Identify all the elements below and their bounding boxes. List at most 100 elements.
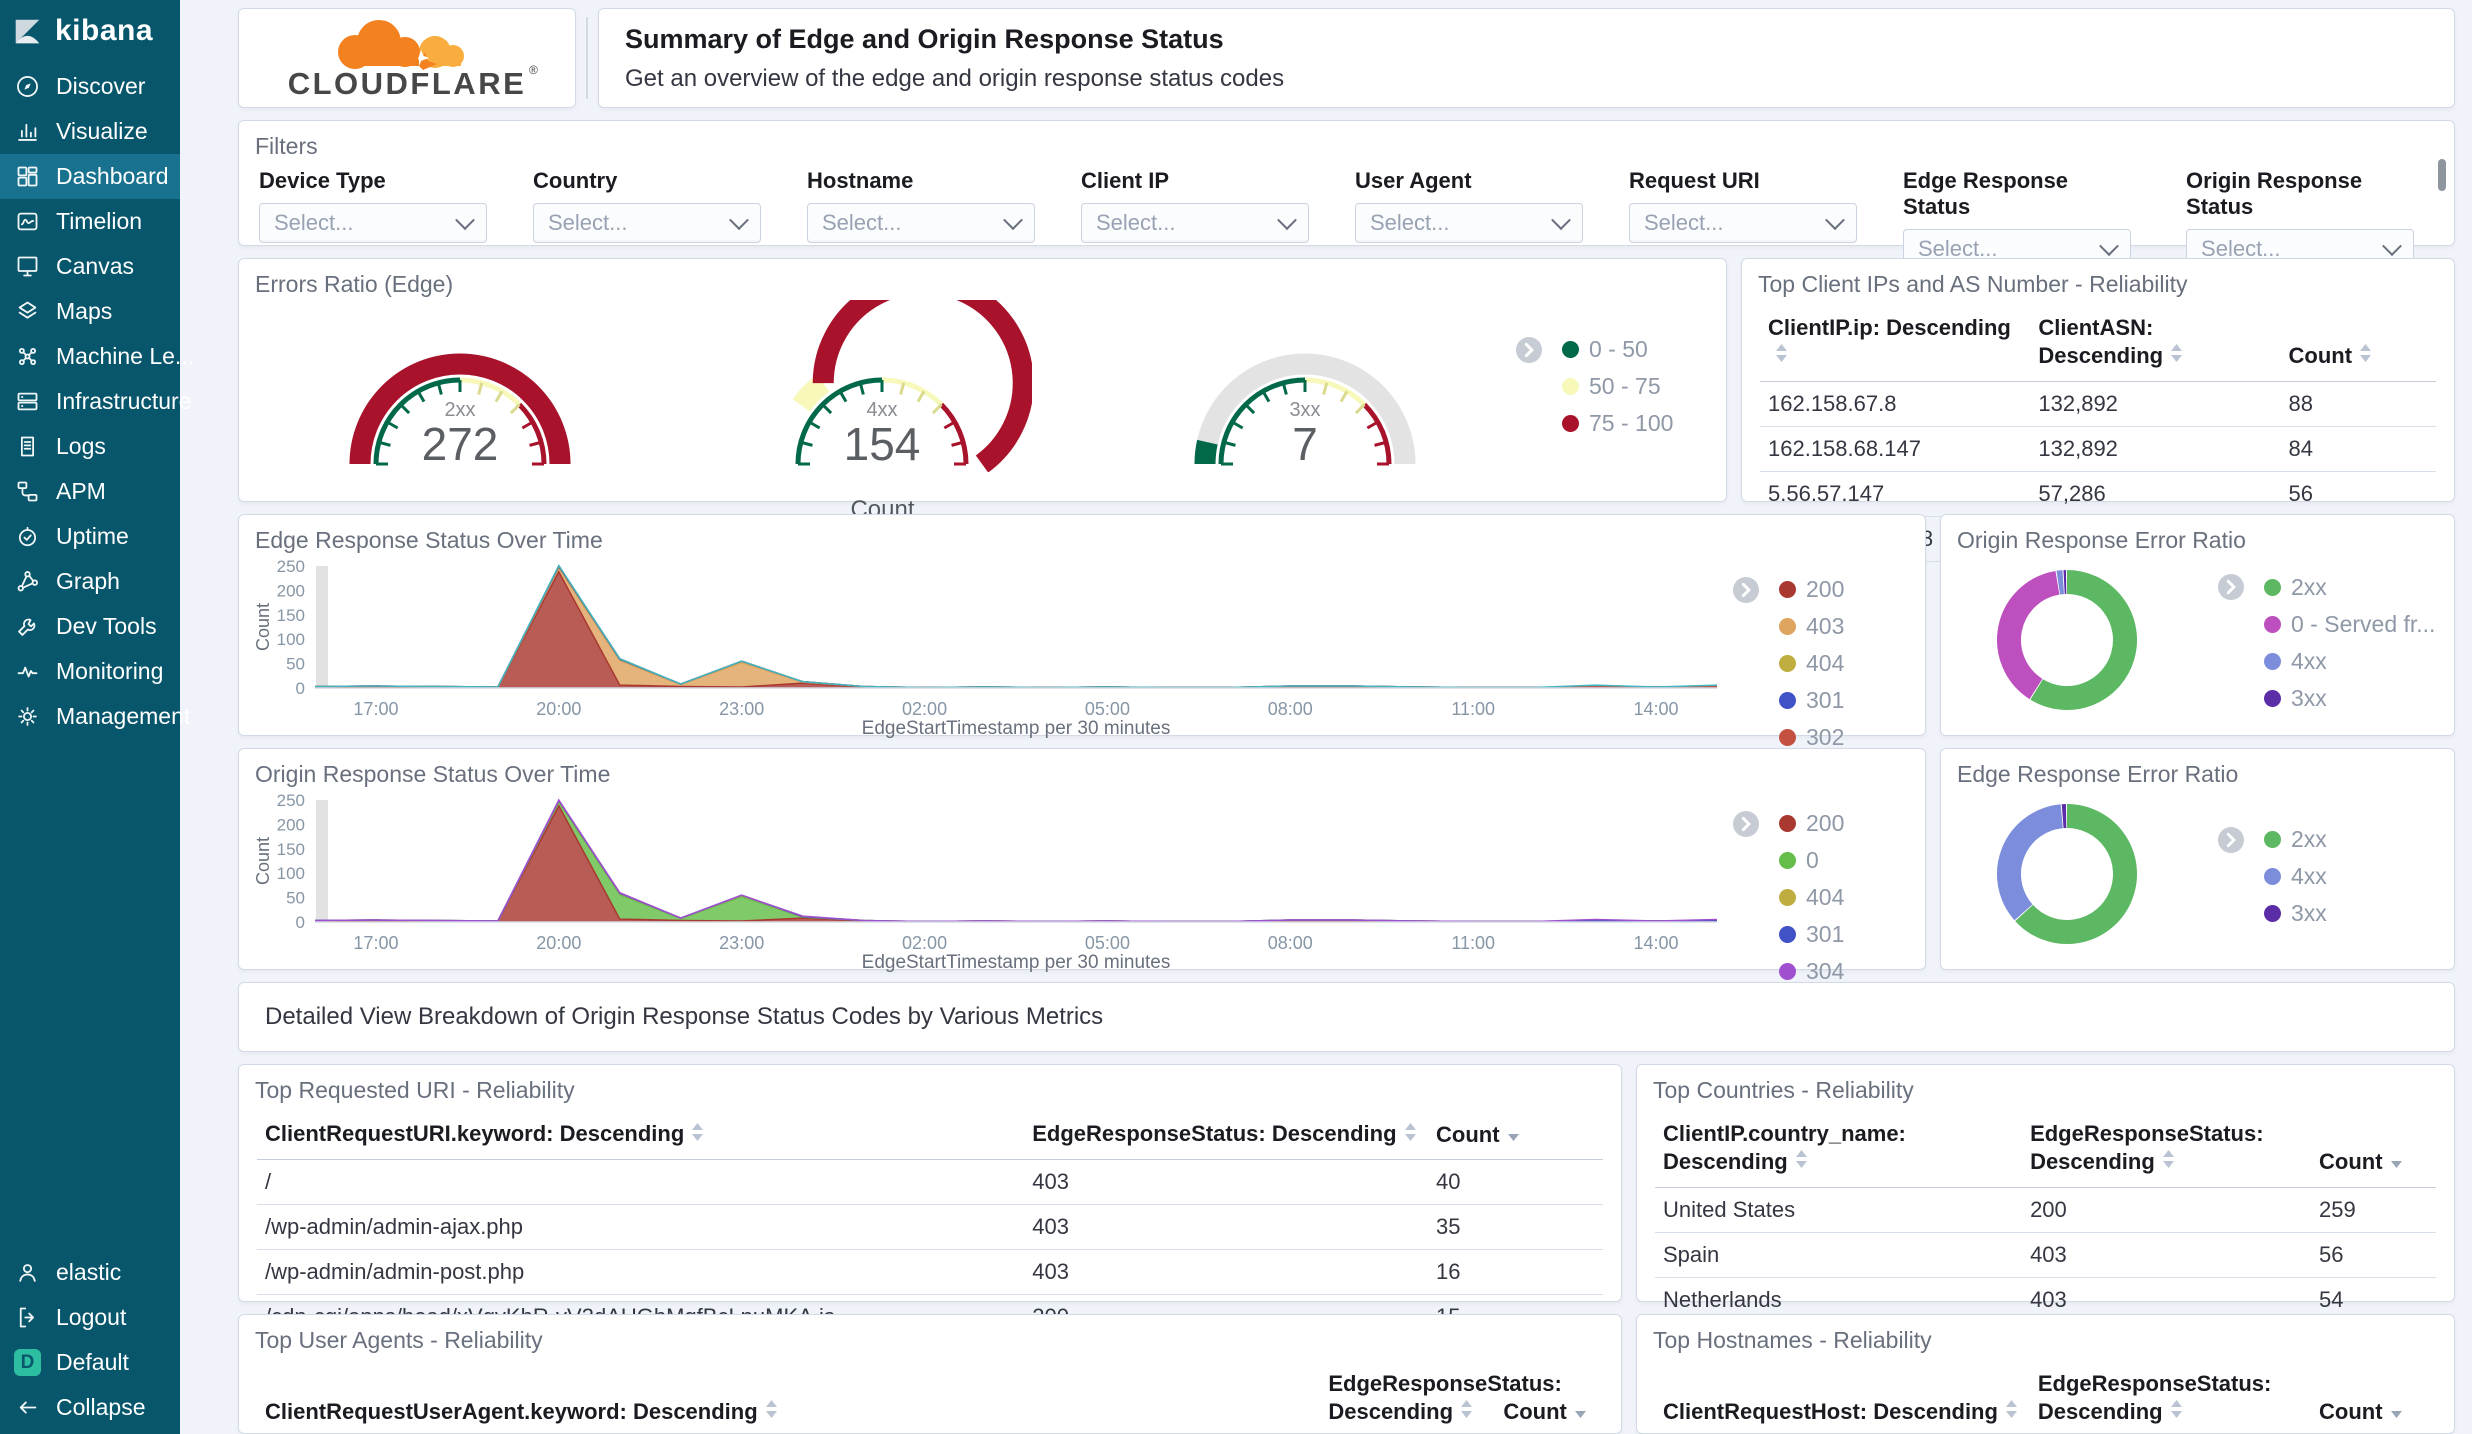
legend-item-2xx[interactable]: 2xx <box>2218 826 2436 853</box>
sidebar-item-visualize[interactable]: Visualize <box>0 109 180 154</box>
sidebar-item-label: Management <box>56 703 191 729</box>
chevron-down-icon <box>1277 210 1297 231</box>
table-head: ClientIP.country_name: Descending EdgeRes… <box>1655 1110 2436 1188</box>
kibana-logo-text: kibana <box>55 14 154 47</box>
sidebar-nav: Discover Visualize Dashboard Timelion Canvas… <box>0 64 194 739</box>
dashboard-header-row: CLOUDFLARE ® Summary of Edge and Origin … <box>238 8 2455 108</box>
expand-legend-icon[interactable] <box>2218 574 2244 600</box>
sidebar-item-apm[interactable]: APM <box>0 469 180 514</box>
column-header-count[interactable]: Count <box>1428 1110 1603 1161</box>
legend-item-2xx[interactable]: 2xx <box>2218 574 2436 601</box>
column-header-clientip-country-name-descending[interactable]: ClientIP.country_name: Descending <box>1655 1110 2023 1188</box>
sidebar-item-timelion[interactable]: Timelion <box>0 199 180 244</box>
filters-scrollbar-thumb[interactable] <box>2438 159 2446 191</box>
legend-item-4xx[interactable]: 4xx <box>2218 863 2436 890</box>
legend-item-0-served-fr[interactable]: 0 - Served fr... <box>2218 611 2436 638</box>
legend-color-dot <box>1779 815 1796 832</box>
legend-item-404[interactable]: 404 <box>1733 650 1883 677</box>
sidebar-item-infrastructure[interactable]: Infrastructure <box>0 379 192 424</box>
column-header-clientrequesthost-descending[interactable]: ClientRequestHost: Descending <box>1655 1360 2030 1434</box>
legend-color-dot <box>1779 618 1796 635</box>
legend-item-75-100[interactable]: 75 - 100 <box>1516 410 1716 437</box>
column-header-clientrequesturi-keyword-descending[interactable]: ClientRequestURI.keyword: Descending <box>257 1110 1025 1161</box>
column-header-edgeresponsestatus-descending[interactable]: EdgeResponseStatus: Descending <box>1024 1110 1429 1161</box>
dev-tools-icon <box>14 613 41 640</box>
origin-status-over-time-legend: 200 0 404 301 304 <box>1733 788 1883 985</box>
sidebar-item-maps[interactable]: Maps <box>0 289 180 334</box>
svg-text:08:00: 08:00 <box>1268 699 1313 719</box>
legend-color-dot <box>1779 926 1796 943</box>
column-header-count[interactable]: Count <box>2311 1110 2436 1188</box>
machine-learning-icon <box>14 343 41 370</box>
sidebar-item-management[interactable]: Management <box>0 694 190 739</box>
legend-item-0-50[interactable]: 0 - 50 <box>1516 336 1716 363</box>
monitoring-icon <box>14 658 41 685</box>
legend-item-304[interactable]: 304 <box>1733 958 1883 985</box>
sort-icon <box>1794 1148 1809 1177</box>
column-header-clientrequestuseragent-keyword-descending[interactable]: ClientRequestUserAgent.keyword: Descendi… <box>257 1360 1321 1434</box>
sort-icon <box>1403 1121 1418 1150</box>
svg-text:05:00: 05:00 <box>1085 933 1130 953</box>
sidebar-item-canvas[interactable]: Canvas <box>0 244 180 289</box>
table-header-row: ClientRequestUserAgent.keyword: Descendi… <box>257 1360 1603 1434</box>
origin-time-row: Origin Response Status Over Time 0 50 100 1… <box>238 748 2455 984</box>
filter-select-hostname[interactable]: Select... <box>807 203 1035 243</box>
column-header-edgeresponsestatus-descending[interactable]: EdgeResponseStatus: Descending <box>2022 1110 2312 1188</box>
sidebar-item-default[interactable]: D Default <box>0 1340 180 1385</box>
sidebar-item-monitoring[interactable]: Monitoring <box>0 649 180 694</box>
column-header-clientip-ip-descending[interactable]: ClientIP.ip: Descending <box>1760 304 2031 382</box>
table-cell: 200 <box>2022 1187 2312 1233</box>
sidebar-item-dashboard[interactable]: Dashboard <box>0 154 180 199</box>
table-cell: Spain <box>1655 1232 2023 1278</box>
legend-item-301[interactable]: 301 <box>1733 687 1883 714</box>
kibana-logo[interactable]: kibana <box>0 0 180 64</box>
sidebar-item-label: Maps <box>56 298 113 324</box>
sidebar-item-collapse[interactable]: Collapse <box>0 1385 180 1430</box>
legend-label: 301 <box>1806 921 1845 947</box>
filter-select-request-uri[interactable]: Select... <box>1629 203 1857 243</box>
sidebar-item-graph[interactable]: Graph <box>0 559 180 604</box>
sort-desc-icon <box>2389 1149 2404 1177</box>
legend-item-50-75[interactable]: 50 - 75 <box>1516 373 1716 400</box>
legend-item-0[interactable]: 0 <box>1733 847 1883 874</box>
sidebar-item-label: Logout <box>56 1304 127 1330</box>
sidebar-item-logout[interactable]: Logout <box>0 1295 180 1340</box>
sidebar-item-dev-tools[interactable]: Dev Tools <box>0 604 180 649</box>
legend-item-403[interactable]: 403 <box>1733 613 1883 640</box>
table-row: 162.158.67.8 132,892 88 <box>1760 381 2436 427</box>
legend-item-302[interactable]: 302 <box>1733 724 1883 751</box>
sidebar-item-logs[interactable]: Logs <box>0 424 180 469</box>
legend-item-301[interactable]: 301 <box>1733 921 1883 948</box>
legend-item-4xx[interactable]: 4xx <box>2218 648 2436 675</box>
legend-item-200[interactable]: 200 <box>1733 576 1883 603</box>
sidebar-item-label: Machine Le... <box>56 343 195 369</box>
sidebar-item-label: APM <box>56 478 106 504</box>
sidebar-item-discover[interactable]: Discover <box>0 64 180 109</box>
filter-select-user-agent[interactable]: Select... <box>1355 203 1583 243</box>
column-header-count[interactable]: Count <box>2280 304 2436 382</box>
top-requested-uri-panel: Top Requested URI - Reliability ClientRe… <box>238 1064 1622 1341</box>
filter-request-uri: Request URI Select... <box>1629 168 1857 269</box>
sidebar-item-uptime[interactable]: Uptime <box>0 514 180 559</box>
column-header-edgeresponsestatus-descending[interactable]: EdgeResponseStatus: Descending <box>1320 1360 1562 1434</box>
filter-select-device-type[interactable]: Select... <box>259 203 487 243</box>
sidebar-item-machine-le[interactable]: Machine Le... <box>0 334 194 379</box>
user-icon <box>14 1259 41 1286</box>
legend-item-3xx[interactable]: 3xx <box>2218 685 2436 712</box>
legend-item-404[interactable]: 404 <box>1733 884 1883 911</box>
expand-legend-icon[interactable] <box>1516 336 1542 363</box>
column-header-count[interactable]: Count <box>2311 1360 2436 1434</box>
legend-item-3xx[interactable]: 3xx <box>2218 900 2436 927</box>
table-row: Spain 403 56 <box>1655 1232 2436 1278</box>
column-header-clientasn-descending[interactable]: ClientASN: Descending <box>2030 304 2281 382</box>
expand-legend-icon[interactable] <box>2218 826 2244 853</box>
filter-select-country[interactable]: Select... <box>533 203 761 243</box>
sort-icon <box>2161 1148 2176 1177</box>
expand-legend-icon[interactable] <box>1733 576 1759 603</box>
sidebar-item-elastic[interactable]: elastic <box>0 1250 180 1295</box>
legend-item-200[interactable]: 200 <box>1733 810 1883 837</box>
filter-select-client-ip[interactable]: Select... <box>1081 203 1309 243</box>
column-header-edgeresponsestatus-descending[interactable]: EdgeResponseStatus: Descending <box>2029 1360 2312 1434</box>
expand-legend-icon[interactable] <box>1733 810 1759 837</box>
sidebar-item-label: Infrastructure <box>56 388 192 414</box>
